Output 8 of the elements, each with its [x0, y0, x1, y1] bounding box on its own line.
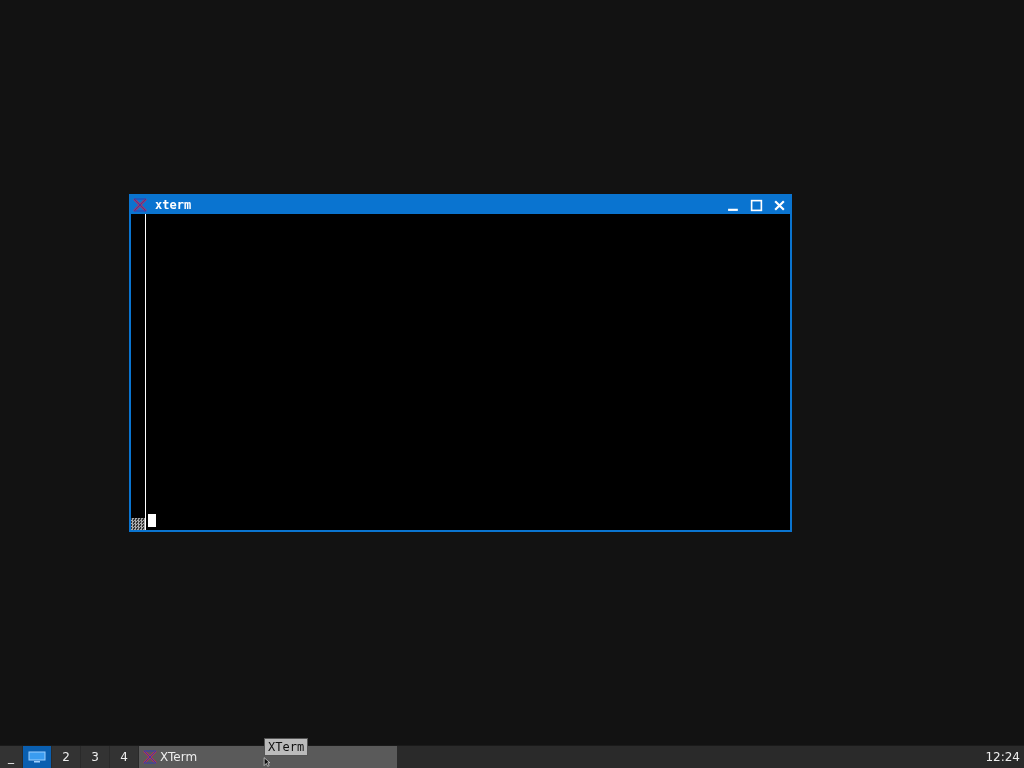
- task-label: XTerm: [160, 750, 198, 764]
- tooltip: XTerm: [264, 738, 309, 756]
- show-desktop-button[interactable]: _: [0, 746, 22, 768]
- workspace-button[interactable]: 4: [110, 746, 138, 768]
- workspace-button[interactable]: 2: [52, 746, 80, 768]
- clock: 12:24: [985, 750, 1021, 764]
- workspace-button[interactable]: 3: [81, 746, 109, 768]
- window-title: xterm: [155, 198, 192, 212]
